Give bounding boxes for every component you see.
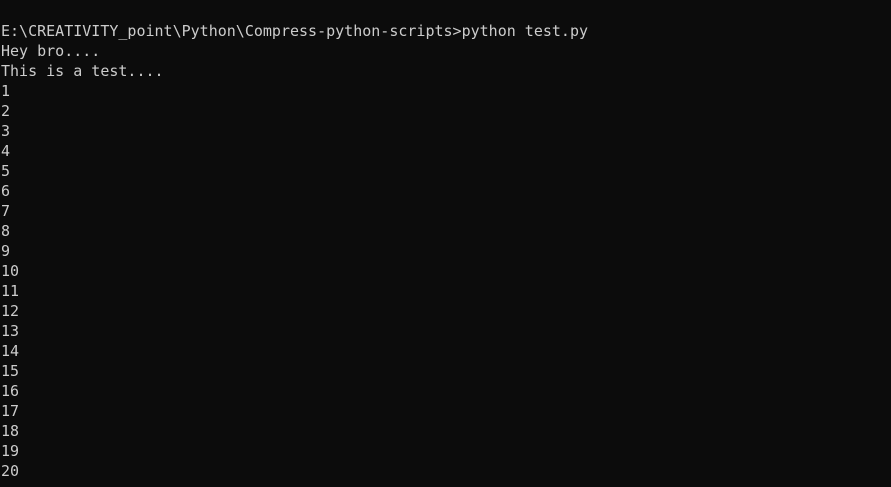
output-line: 14	[1, 342, 20, 360]
output-line: 19	[1, 442, 20, 460]
output-line: 2	[1, 102, 11, 120]
output-line: 13	[1, 322, 20, 340]
command-text: python test.py	[461, 22, 589, 40]
output-line: 7	[1, 202, 11, 220]
output-line: 11	[1, 282, 20, 300]
output-line: 4	[1, 142, 11, 160]
output-line: 3	[1, 122, 11, 140]
output-line: 12	[1, 302, 20, 320]
output-line: 16	[1, 382, 20, 400]
output-line: Hey bro....	[1, 42, 101, 60]
output-line: 5	[1, 162, 11, 180]
output-line: 18	[1, 422, 20, 440]
output-line: 9	[1, 242, 11, 260]
output-line: 17	[1, 402, 20, 420]
command-line: E:\CREATIVITY_point\Python\Compress-pyth…	[1, 21, 891, 41]
command-prompt: E:\CREATIVITY_point\Python\Compress-pyth…	[1, 22, 462, 40]
console-output: Hey bro.... This is a test.... 1 2 3 4 5 6 7 8 9 10…	[1, 41, 891, 481]
output-line: 6	[1, 182, 11, 200]
output-line: 10	[1, 262, 20, 280]
output-line: 8	[1, 222, 11, 240]
output-line: This is a test....	[1, 62, 164, 80]
output-line: 20	[1, 462, 20, 480]
output-line: 15	[1, 362, 20, 380]
console-window[interactable]: E:\CREATIVITY_point\Python\Compress-pyth…	[0, 0, 891, 487]
output-line: 1	[1, 82, 11, 100]
